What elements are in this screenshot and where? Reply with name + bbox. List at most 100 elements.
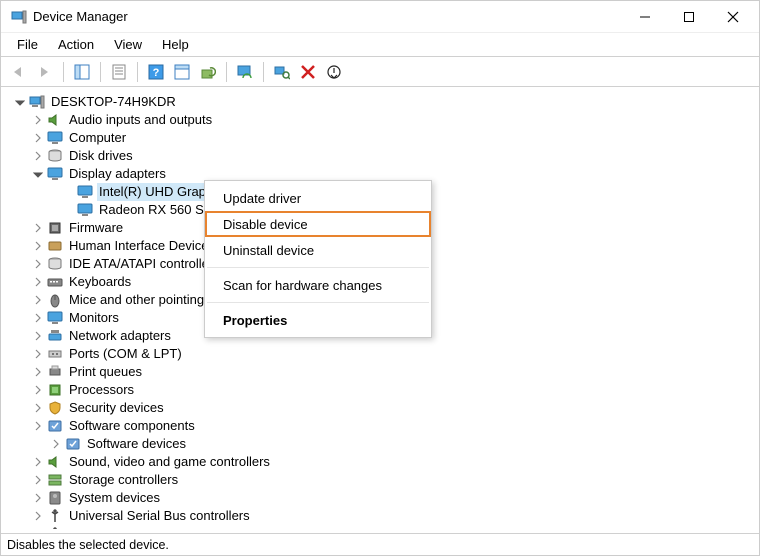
toolbar-disable-device[interactable] [322,60,346,84]
tree-node-label: Network adapters [67,327,173,345]
mouse-icon [47,292,63,308]
expander-icon[interactable] [31,131,45,145]
tree-category[interactable]: Audio inputs and outputs [13,111,755,129]
tree-category[interactable]: System devices [13,489,755,507]
toolbar-action[interactable] [170,60,194,84]
tree-category[interactable]: Security devices [13,399,755,417]
tree-root-node[interactable]: DESKTOP-74H9KDR [13,93,755,111]
system-icon [47,490,63,506]
toolbar-separator [63,62,64,82]
toolbar-enable-device[interactable] [233,60,257,84]
software-icon [65,436,81,452]
tree-node-label: USB Connector Managers [67,525,223,529]
expander-icon[interactable] [31,329,45,343]
toolbar-separator [137,62,138,82]
context-menu-item[interactable]: Properties [205,307,431,333]
expander-icon[interactable] [31,257,45,271]
expander-icon[interactable] [31,401,45,415]
toolbar-separator [226,62,227,82]
tree-node-label: Display adapters [67,165,168,183]
statusbar-text: Disables the selected device. [7,538,169,552]
tree-node-label: System devices [67,489,162,507]
context-menu: Update driverDisable deviceUninstall dev… [204,180,432,338]
toolbar-uninstall-device[interactable] [296,60,320,84]
tree-category[interactable]: Sound, video and game controllers [13,453,755,471]
tree-node-label: Ports (COM & LPT) [67,345,184,363]
software-icon [47,418,63,434]
expander-icon[interactable] [31,509,45,523]
context-menu-item[interactable]: Uninstall device [205,237,431,263]
toolbar-scan-hardware[interactable] [270,60,294,84]
tree-category[interactable]: Computer [13,129,755,147]
keyboard-icon [47,274,63,290]
tree-node-label: Computer [67,129,128,147]
toolbar-forward[interactable] [33,60,57,84]
expander-icon[interactable] [31,239,45,253]
expander-icon[interactable] [31,491,45,505]
tree-category[interactable]: Software components [13,417,755,435]
computer-icon [29,94,45,110]
titlebar: Device Manager [1,1,759,33]
toolbar-help[interactable]: ? [144,60,168,84]
tree-category[interactable]: Processors [13,381,755,399]
expander-icon[interactable] [31,419,45,433]
menu-view[interactable]: View [104,35,152,54]
tree-node-label: Monitors [67,309,121,327]
expander-icon[interactable] [31,455,45,469]
expander-icon[interactable] [31,113,45,127]
monitor-icon [47,166,63,182]
toolbar: ? [1,57,759,87]
monitor-icon [77,184,93,200]
expander-icon[interactable] [13,95,27,109]
tree-node-label: Universal Serial Bus controllers [67,507,252,525]
expander-icon[interactable] [31,311,45,325]
expander-icon[interactable] [31,293,45,307]
tree-category[interactable]: Disk drives [13,147,755,165]
tree-node-label: Software devices [85,435,188,453]
usb-icon [47,526,63,529]
tree-node-label: Print queues [67,363,144,381]
tree-node-label: Software components [67,417,197,435]
port-icon [47,346,63,362]
expander-icon[interactable] [31,365,45,379]
tree-category[interactable]: USB Connector Managers [13,525,755,529]
app-icon [11,9,27,25]
toolbar-show-hide-console-tree[interactable] [70,60,94,84]
expander-icon[interactable] [31,527,45,529]
toolbar-update-driver[interactable] [196,60,220,84]
tree-category[interactable]: Ports (COM & LPT) [13,345,755,363]
window-title: Device Manager [33,9,128,24]
toolbar-properties[interactable] [107,60,131,84]
menu-action[interactable]: Action [48,35,104,54]
tree-category[interactable]: Software devices [13,435,755,453]
maximize-button[interactable] [667,1,711,32]
tree-node-label: Processors [67,381,136,399]
tree-node-label: DESKTOP-74H9KDR [49,93,178,111]
context-menu-item[interactable]: Scan for hardware changes [205,272,431,298]
security-icon [47,400,63,416]
statusbar: Disables the selected device. [1,533,759,555]
monitor-icon [77,202,93,218]
disk-icon [47,256,63,272]
expander-icon[interactable] [31,347,45,361]
minimize-button[interactable] [623,1,667,32]
tree-node-label: Disk drives [67,147,135,165]
menu-file[interactable]: File [7,35,48,54]
tree-category[interactable]: Universal Serial Bus controllers [13,507,755,525]
expander-icon[interactable] [31,473,45,487]
expander-icon[interactable] [31,221,45,235]
speaker-icon [47,454,63,470]
context-menu-item[interactable]: Update driver [205,185,431,211]
expander-icon[interactable] [31,275,45,289]
context-menu-item[interactable]: Disable device [205,211,431,237]
tree-node-label: Audio inputs and outputs [67,111,214,129]
toolbar-back[interactable] [7,60,31,84]
close-button[interactable] [711,1,755,32]
expander-icon[interactable] [31,149,45,163]
expander-icon[interactable] [31,383,45,397]
tree-category[interactable]: Print queues [13,363,755,381]
expander-icon[interactable] [31,167,45,181]
tree-category[interactable]: Storage controllers [13,471,755,489]
menu-help[interactable]: Help [152,35,199,54]
expander-icon[interactable] [49,437,63,451]
